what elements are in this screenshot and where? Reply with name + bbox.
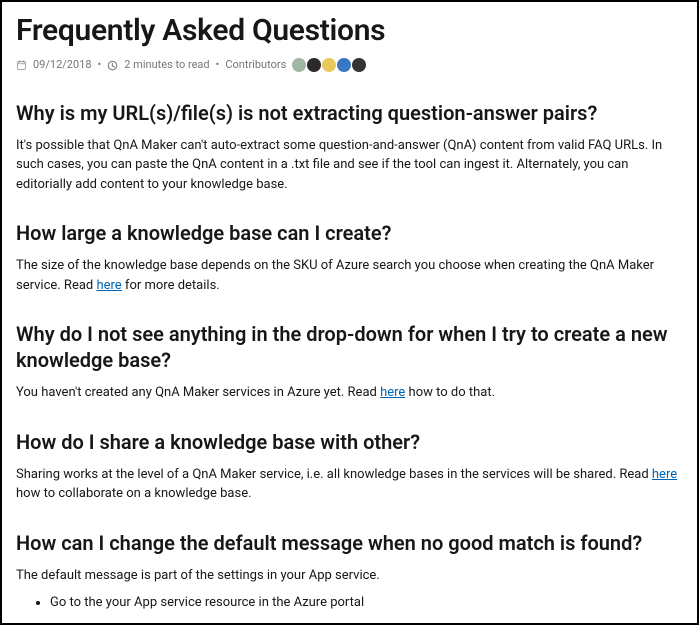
- faq-link[interactable]: here: [380, 385, 405, 400]
- faq-text: how to collaborate on a knowledge base.: [16, 486, 252, 501]
- read-time: 2 minutes to read: [124, 57, 209, 74]
- avatar[interactable]: [337, 58, 351, 72]
- faq-body: The size of the knowledge base depends o…: [16, 256, 683, 295]
- faq-body: The default message is part of the setti…: [16, 566, 683, 586]
- clock-icon: [107, 60, 118, 71]
- meta-separator: •: [216, 57, 220, 74]
- contributor-avatars: [292, 58, 366, 72]
- faq-heading: How can I change the default message whe…: [16, 530, 683, 556]
- faq-body: You haven't created any QnA Maker servic…: [16, 383, 683, 403]
- faq-heading: Why do I not see anything in the drop-do…: [16, 321, 683, 373]
- faq-text: how to do that.: [405, 385, 495, 400]
- faq-text: You haven't created any QnA Maker servic…: [16, 385, 380, 400]
- contributors-label: Contributors: [225, 57, 286, 74]
- calendar-icon: [16, 60, 27, 71]
- faq-heading: How do I share a knowledge base with oth…: [16, 429, 683, 455]
- avatar[interactable]: [307, 58, 321, 72]
- faq-text: for more details.: [122, 278, 220, 293]
- faq-link[interactable]: here: [652, 467, 677, 482]
- article-date: 09/12/2018: [33, 57, 92, 74]
- faq-text: Sharing works at the level of a QnA Make…: [16, 467, 652, 482]
- avatar[interactable]: [352, 58, 366, 72]
- avatar[interactable]: [322, 58, 336, 72]
- faq-heading: How large a knowledge base can I create?: [16, 220, 683, 246]
- faq-heading: Why is my URL(s)/file(s) is not extracti…: [16, 100, 683, 126]
- page-title: Frequently Asked Questions: [16, 8, 683, 53]
- faq-list: Go to the your App service resource in t…: [16, 593, 683, 613]
- faq-body: It's possible that QnA Maker can't auto-…: [16, 136, 683, 195]
- faq-body: Sharing works at the level of a QnA Make…: [16, 465, 683, 504]
- faq-link[interactable]: here: [96, 278, 121, 293]
- avatar[interactable]: [292, 58, 306, 72]
- meta-separator: •: [98, 57, 102, 74]
- article-meta: 09/12/2018 • 2 minutes to read • Contrib…: [16, 57, 683, 74]
- list-item: Go to the your App service resource in t…: [50, 593, 683, 613]
